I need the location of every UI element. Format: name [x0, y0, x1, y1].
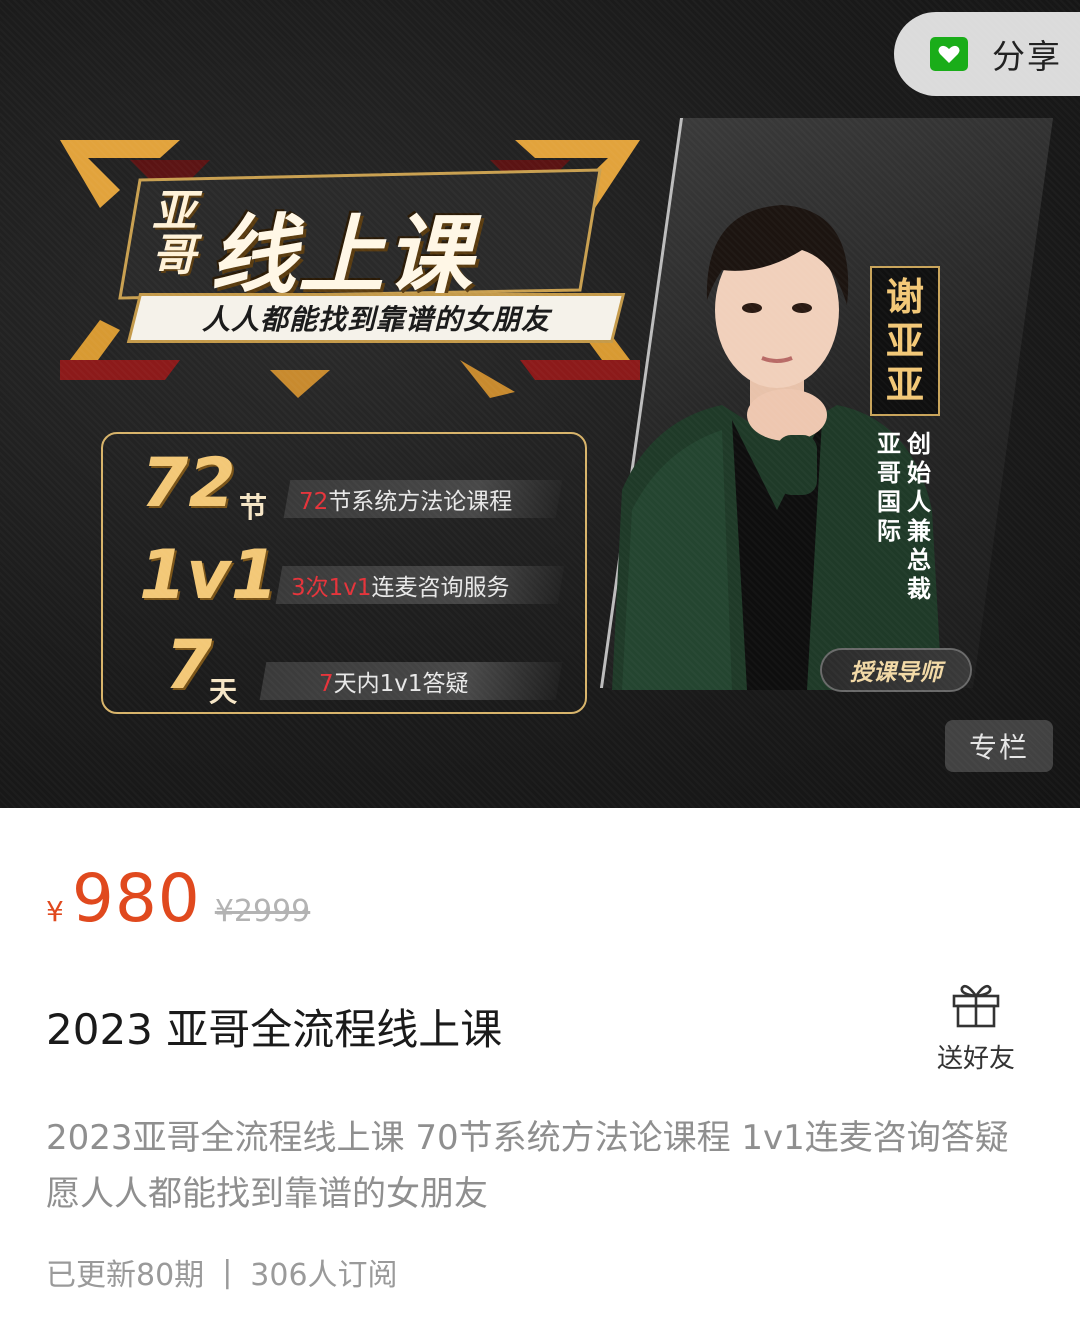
category-badge-label: 专栏 [968, 731, 1029, 764]
presenter-name-char: 亚 [885, 319, 924, 363]
feature-strip: 7天内1v1答疑 [259, 662, 563, 700]
meta-separator: | [222, 1254, 233, 1290]
feature-text: 天内1v1答疑 [333, 671, 469, 697]
feature-unit: 节 [239, 491, 268, 524]
category-badge: 专栏 [945, 720, 1053, 772]
subscriber-count: 306人订阅 [250, 1258, 398, 1293]
currency-symbol: ¥ [46, 895, 64, 928]
send-to-friend-button[interactable]: 送好友 [928, 978, 1024, 1078]
features-box: 72 节 72节系统方法论课程 1v1 3次1v1连麦咨询服务 7 天 7天内1… [101, 432, 587, 714]
teacher-tag: 授课导师 [822, 650, 970, 690]
presenter-name-tag: 谢 亚 亚 [870, 266, 940, 416]
feature-big-number: 1v1 [139, 536, 278, 615]
share-label: 分享 [992, 37, 1062, 76]
feature-row-consult: 1v1 3次1v1连麦咨询服务 [103, 536, 585, 616]
presenter-title: 创始人兼总裁 [907, 430, 931, 603]
teacher-tag-label: 授课导师 [850, 660, 942, 686]
title-subtitle-text: 人人都能找到靠谱的女朋友 [201, 303, 550, 336]
course-description: 2023亚哥全流程线上课 70节系统方法论课程 1v1连麦咨询答疑 愿人人都能找… [46, 1118, 1009, 1214]
feature-text: 连麦咨询服务 [371, 575, 510, 601]
feature-text: 节系统方法论课程 [328, 489, 513, 515]
feature-highlight: 7 [319, 671, 334, 697]
feature-highlight: 72 [299, 489, 329, 515]
feature-strip: 3次1v1连麦咨询服务 [275, 566, 565, 604]
current-price: 980 [71, 860, 201, 937]
course-title: 2023 亚哥全流程线上课 [46, 1005, 503, 1054]
feature-big-number: 72 [141, 444, 236, 523]
feature-row-lessons: 72 节 72节系统方法论课程 [103, 444, 585, 524]
presenter-name-char: 谢 [885, 275, 924, 319]
feature-highlight: 3次1v1 [291, 575, 372, 601]
price-row: ¥ 980 ¥2999 [46, 860, 310, 940]
feature-big-number: 7 [165, 626, 213, 705]
original-price: ¥2999 [214, 894, 311, 929]
title-brand-vertical: 亚哥 [152, 186, 196, 281]
feature-strip: 72节系统方法论课程 [283, 480, 563, 518]
course-meta: 已更新80期 | 306人订阅 [46, 1250, 398, 1294]
feature-unit: 天 [209, 675, 238, 708]
feature-row-qa: 7 天 7天内1v1答疑 [103, 626, 585, 708]
presenter-name-char: 亚 [885, 363, 924, 407]
title-main-text: 线上课 [210, 206, 474, 306]
wechat-share-icon [930, 37, 968, 71]
title-subtitle: 人人都能找到靠谱的女朋友 [130, 296, 622, 340]
course-title-graphic: 亚哥 线上课 人人都能找到靠谱的女朋友 [60, 130, 640, 400]
share-button[interactable]: 分享 [894, 12, 1080, 96]
update-count: 已更新80期 [46, 1258, 205, 1293]
presenter-company: 亚哥国际 [877, 430, 901, 545]
course-cover-banner: 亚哥 线上课 人人都能找到靠谱的女朋友 72 节 72节系统方法论课程 1v1 … [0, 0, 1080, 808]
gift-icon [952, 984, 1000, 1028]
send-to-friend-label: 送好友 [936, 1044, 1015, 1074]
